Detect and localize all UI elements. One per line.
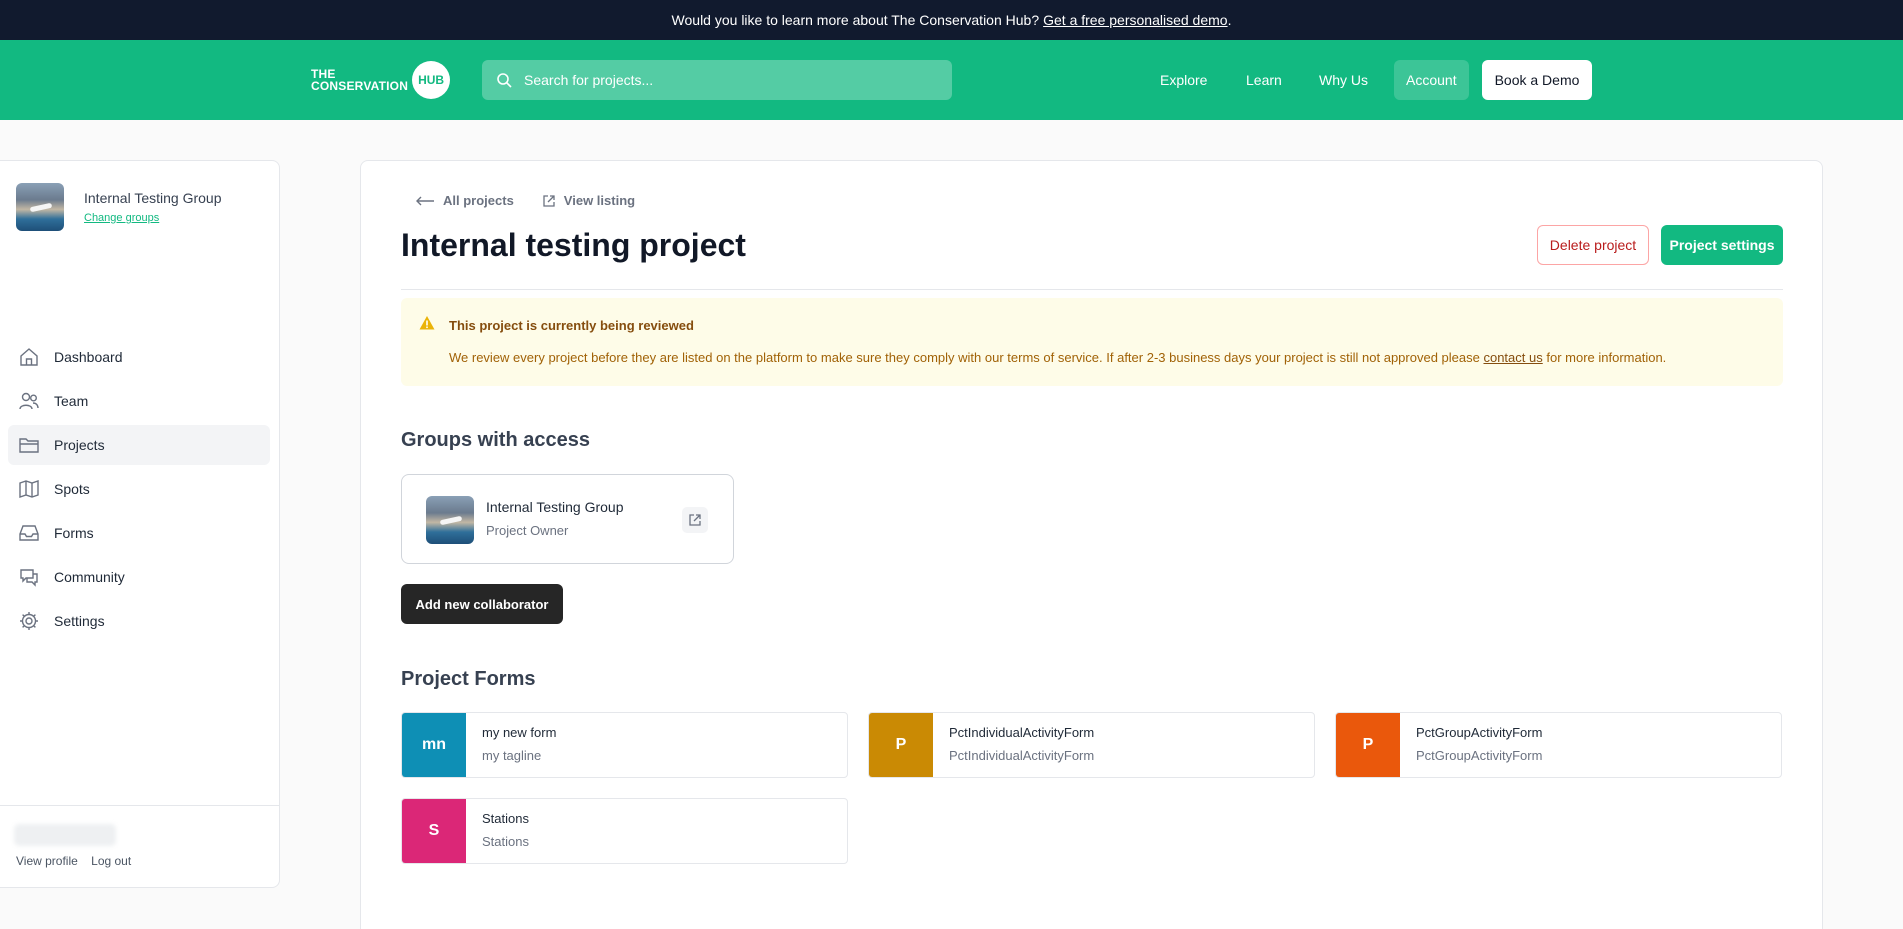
group-card: Internal Testing Group Project Owner [401, 474, 734, 564]
main-panel: All projects View listing Internal testi… [360, 160, 1823, 929]
sidebar-item-team[interactable]: Team [8, 381, 270, 421]
form-tagline: PctIndividualActivityForm [949, 748, 1095, 763]
form-tagline: Stations [482, 834, 529, 849]
alert-body-tail: for more information. [1546, 350, 1667, 365]
sidebar-item-label: Team [54, 393, 89, 409]
form-card[interactable]: P PctIndividualActivityForm PctIndividua… [868, 712, 1315, 778]
form-badge: S [402, 799, 466, 863]
alert-title: This project is currently being reviewed [449, 318, 694, 333]
all-projects-link[interactable]: All projects [415, 193, 514, 208]
contact-us-link[interactable]: contact us [1483, 350, 1542, 365]
group-name: Internal Testing Group [84, 190, 222, 206]
users-icon [19, 392, 39, 410]
external-link-icon [689, 514, 701, 526]
open-group-button[interactable] [682, 507, 708, 533]
promo-text: Would you like to learn more about The C… [671, 12, 1040, 28]
sidebar-item-forms[interactable]: Forms [8, 513, 270, 553]
home-icon [20, 348, 38, 366]
form-card[interactable]: mn my new form my tagline [401, 712, 848, 778]
sidebar-item-label: Community [54, 569, 125, 585]
search-input[interactable]: Search for projects... [482, 60, 952, 100]
chat-icon [20, 569, 38, 587]
form-card[interactable]: S Stations Stations [401, 798, 848, 864]
promo-demo-link[interactable]: Get a free personalised demo [1043, 12, 1227, 28]
form-card[interactable]: P PctGroupActivityForm PctGroupActivityF… [1335, 712, 1782, 778]
sidebar-item-label: Projects [54, 437, 105, 453]
group-card-name: Internal Testing Group [486, 499, 624, 515]
sidebar-item-community[interactable]: Community [8, 557, 270, 597]
sidebar-item-projects[interactable]: Projects [8, 425, 270, 465]
sidebar-item-label: Forms [54, 525, 94, 541]
sidebar: Internal Testing Group Change groups Das… [0, 160, 280, 888]
gear-icon [20, 612, 38, 630]
group-card-avatar [426, 496, 474, 544]
book-demo-button[interactable]: Book a Demo [1482, 60, 1592, 100]
group-switcher: Internal Testing Group Change groups [16, 183, 222, 231]
logo-hub-badge: HUB [412, 61, 451, 99]
map-icon [19, 480, 39, 498]
alert-body-text: We review every project before they are … [449, 350, 1480, 365]
sidebar-menu: Dashboard Team Projects Spots Forms Comm… [8, 337, 270, 645]
search-icon [497, 73, 512, 88]
inbox-icon [19, 525, 39, 541]
view-profile-link[interactable]: View profile [16, 854, 78, 868]
groups-heading: Groups with access [401, 429, 590, 451]
warning-icon [419, 316, 435, 330]
external-link-icon [543, 194, 555, 207]
logo[interactable]: THE CONSERVATION HUB [311, 60, 460, 100]
form-tagline: my tagline [482, 748, 542, 763]
form-name: PctIndividualActivityForm [949, 725, 1095, 740]
divider [401, 289, 1783, 290]
sidebar-footer: View profile Log out [0, 805, 279, 887]
promo-period: . [1227, 12, 1232, 28]
delete-project-button[interactable]: Delete project [1537, 225, 1649, 265]
form-name: Stations [482, 811, 529, 826]
folder-icon [19, 438, 39, 453]
sidebar-item-settings[interactable]: Settings [8, 601, 270, 641]
add-collaborator-button[interactable]: Add new collaborator [401, 584, 563, 624]
project-settings-button[interactable]: Project settings [1661, 225, 1783, 265]
promo-banner: Would you like to learn more about The C… [0, 0, 1903, 40]
alert-body: We review every project before they are … [449, 350, 1666, 365]
form-badge: mn [402, 713, 466, 777]
view-listing-link[interactable]: View listing [542, 193, 635, 208]
form-badge: P [1336, 713, 1400, 777]
all-projects-label: All projects [443, 193, 514, 208]
view-listing-label: View listing [563, 193, 636, 208]
page-title: Internal testing project [401, 227, 746, 263]
log-out-link[interactable]: Log out [91, 854, 131, 868]
group-card-role: Project Owner [486, 523, 569, 538]
nav-learn[interactable]: Learn [1234, 60, 1294, 100]
forms-heading: Project Forms [401, 668, 536, 690]
change-groups-link[interactable]: Change groups [84, 212, 222, 224]
top-header: THE CONSERVATION HUB Search for projects… [0, 40, 1903, 120]
nav-why-us[interactable]: Why Us [1307, 60, 1380, 100]
logo-line-2: CONSERVATION [311, 79, 409, 93]
sidebar-item-label: Dashboard [54, 349, 123, 365]
form-tagline: PctGroupActivityForm [1416, 748, 1543, 763]
nav-explore[interactable]: Explore [1148, 60, 1219, 100]
search-placeholder: Search for projects... [524, 72, 654, 88]
sidebar-item-label: Spots [54, 481, 90, 497]
user-name-redacted [14, 824, 116, 846]
sidebar-item-spots[interactable]: Spots [8, 469, 270, 509]
arrow-left-icon [416, 196, 434, 205]
group-avatar [16, 183, 64, 231]
review-alert: This project is currently being reviewed… [401, 298, 1783, 386]
breadcrumb: All projects View listing [415, 193, 663, 208]
sidebar-item-dashboard[interactable]: Dashboard [8, 337, 270, 377]
form-badge: P [869, 713, 933, 777]
form-name: my new form [482, 725, 557, 740]
form-name: PctGroupActivityForm [1416, 725, 1543, 740]
sidebar-item-label: Settings [54, 613, 105, 629]
nav-account[interactable]: Account [1394, 60, 1469, 100]
